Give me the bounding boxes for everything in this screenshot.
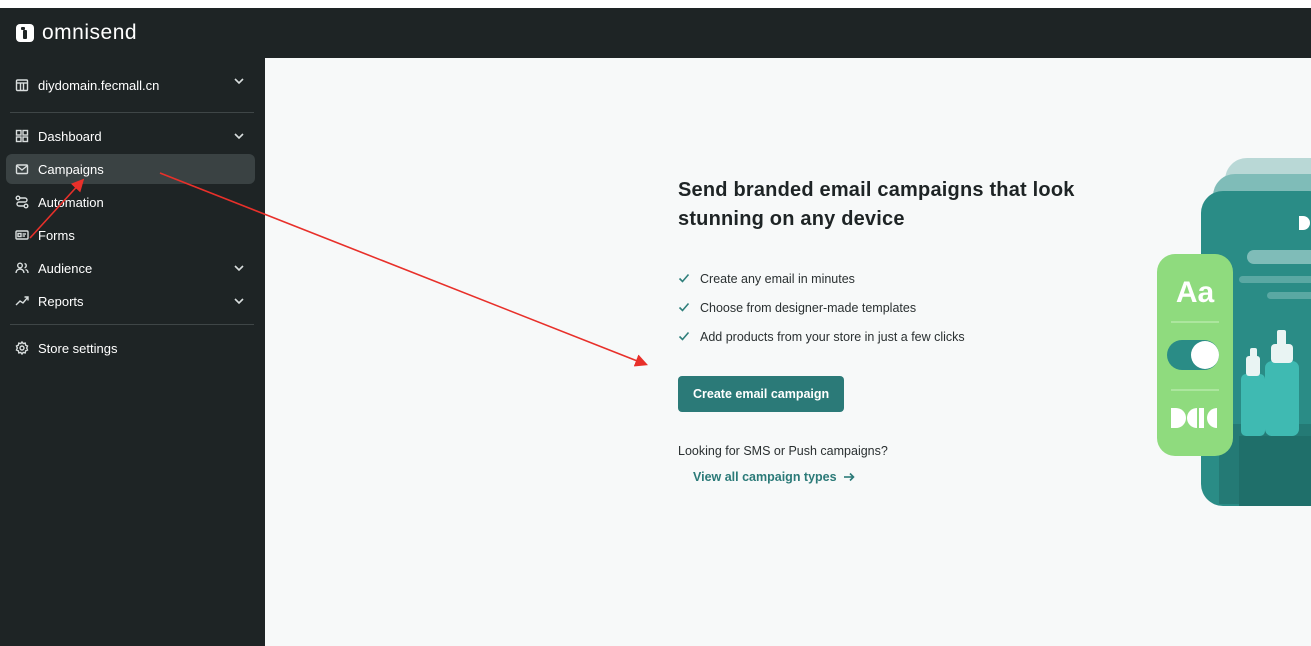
chevron-down-icon[interactable] bbox=[233, 295, 245, 307]
brand-logo-icon bbox=[1171, 408, 1217, 428]
view-all-campaign-types-link[interactable]: View all campaign types bbox=[693, 470, 855, 484]
chevron-down-icon[interactable] bbox=[233, 262, 245, 274]
illustration-font-label: Aa bbox=[1176, 276, 1215, 309]
sidebar-item-campaigns[interactable]: Campaigns bbox=[6, 154, 255, 184]
audience-icon bbox=[15, 261, 29, 275]
top-bar: omnisend bbox=[0, 8, 1311, 58]
mail-icon bbox=[15, 162, 29, 176]
feature-text: Add products from your store in just a f… bbox=[700, 329, 965, 344]
sms-push-prompt: Looking for SMS or Push campaigns? bbox=[678, 444, 888, 458]
email-campaign-illustration: Aa bbox=[1157, 158, 1311, 506]
sidebar-item-forms[interactable]: Forms bbox=[6, 220, 255, 250]
toggle-icon bbox=[1167, 340, 1219, 370]
top-strip bbox=[0, 0, 1311, 8]
store-name: diydomain.fecmall.cn bbox=[38, 77, 160, 93]
sidebar-divider bbox=[10, 324, 254, 325]
sidebar-item-store-settings[interactable]: Store settings bbox=[6, 333, 255, 363]
feature-item: Create any email in minutes bbox=[678, 264, 1098, 293]
app-window: omnisend diydomain.fecmall.cn Dashboard … bbox=[0, 0, 1311, 646]
omnisend-logo[interactable]: omnisend bbox=[16, 21, 137, 45]
omnisend-logo-icon bbox=[16, 24, 34, 42]
logo-text: omnisend bbox=[42, 21, 138, 44]
check-icon bbox=[678, 301, 692, 315]
sidebar-item-label: Reports bbox=[38, 293, 84, 309]
empty-state-panel: Send branded email campaigns that look s… bbox=[678, 176, 1098, 486]
sidebar-item-label: Campaigns bbox=[38, 161, 104, 177]
check-icon bbox=[678, 272, 692, 286]
automation-flow-icon bbox=[15, 195, 29, 209]
sidebar-divider bbox=[10, 112, 254, 113]
gear-icon bbox=[15, 341, 29, 355]
sidebar-item-label: Audience bbox=[38, 260, 93, 276]
feature-list: Create any email in minutes Choose from … bbox=[678, 264, 1098, 351]
feature-item: Add products from your store in just a f… bbox=[678, 322, 1098, 351]
feature-item: Choose from designer-made templates bbox=[678, 293, 1098, 322]
dashboard-grid-icon bbox=[15, 129, 29, 143]
feature-text: Create any email in minutes bbox=[700, 271, 855, 286]
sidebar-item-reports[interactable]: Reports bbox=[6, 286, 255, 316]
chevron-down-icon[interactable] bbox=[233, 75, 245, 87]
check-icon bbox=[678, 330, 692, 344]
main-content: Send branded email campaigns that look s… bbox=[265, 58, 1311, 646]
arrow-right-icon bbox=[843, 472, 855, 482]
sidebar: diydomain.fecmall.cn Dashboard Campaigns… bbox=[0, 58, 265, 646]
forms-icon bbox=[15, 228, 29, 242]
sidebar-item-label: Automation bbox=[38, 194, 104, 210]
store-icon bbox=[15, 78, 29, 92]
view-all-label: View all campaign types bbox=[693, 470, 837, 484]
feature-text: Choose from designer-made templates bbox=[700, 300, 917, 315]
sidebar-item-label: Forms bbox=[38, 227, 75, 243]
page-headline: Send branded email campaigns that look s… bbox=[678, 179, 1075, 230]
chevron-down-icon[interactable] bbox=[233, 130, 245, 142]
sidebar-item-label: Store settings bbox=[38, 340, 118, 356]
sidebar-item-label: Dashboard bbox=[38, 128, 102, 144]
create-email-campaign-button[interactable]: Create email campaign bbox=[678, 376, 845, 412]
sidebar-item-audience[interactable]: Audience bbox=[6, 253, 255, 283]
sidebar-item-automation[interactable]: Automation bbox=[6, 187, 255, 217]
sidebar-item-dashboard[interactable]: Dashboard bbox=[6, 121, 255, 151]
store-selector[interactable]: diydomain.fecmall.cn bbox=[6, 66, 255, 104]
trend-icon bbox=[15, 294, 29, 308]
